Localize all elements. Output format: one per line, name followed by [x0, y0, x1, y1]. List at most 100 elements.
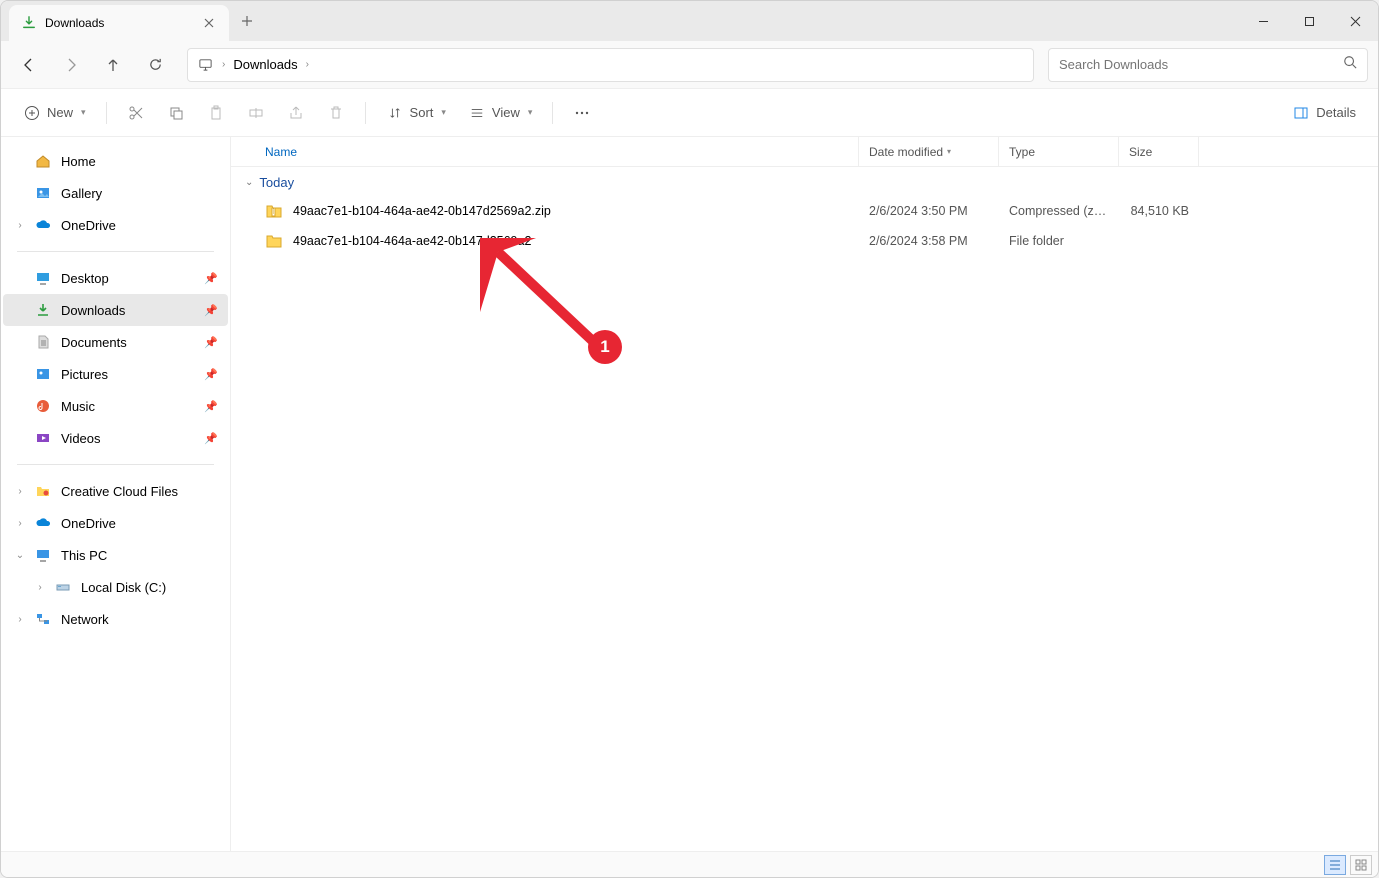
sidebar-item-local-disk[interactable]: › Local Disk (C:) [3, 571, 228, 603]
sidebar-item-videos[interactable]: Videos 📌 [3, 422, 228, 454]
sidebar-label: Gallery [61, 186, 102, 201]
cut-button[interactable] [119, 97, 153, 129]
tab-downloads[interactable]: Downloads [9, 5, 229, 41]
more-button[interactable] [565, 97, 599, 129]
back-button[interactable] [11, 47, 47, 83]
sidebar-label: OneDrive [61, 218, 116, 233]
tab-title: Downloads [45, 16, 193, 30]
sidebar-item-home[interactable]: Home [3, 145, 228, 177]
search-input[interactable] [1059, 57, 1343, 72]
file-type: Compressed (zipp… [999, 204, 1119, 218]
navbar: › Downloads › [1, 41, 1378, 89]
search-box[interactable] [1048, 48, 1368, 82]
view-button[interactable]: View ▾ [460, 97, 540, 129]
rename-button[interactable] [239, 97, 273, 129]
expand-icon[interactable]: › [13, 518, 27, 529]
details-pane-icon [1292, 104, 1310, 122]
file-row-folder[interactable]: 49aac7e1-b104-464a-ae42-0b147d2569a2 2/6… [231, 226, 1378, 256]
share-button[interactable] [279, 97, 313, 129]
sidebar-item-desktop[interactable]: Desktop 📌 [3, 262, 228, 294]
file-date: 2/6/2024 3:58 PM [859, 234, 999, 248]
address-segment[interactable]: Downloads [233, 57, 297, 72]
window-controls [1240, 1, 1378, 41]
documents-icon [35, 334, 51, 350]
close-window-button[interactable] [1332, 1, 1378, 41]
pin-icon: 📌 [204, 400, 218, 413]
file-name: 49aac7e1-b104-464a-ae42-0b147d2569a2.zip [293, 204, 551, 218]
sidebar-item-this-pc[interactable]: ⌄ This PC [3, 539, 228, 571]
file-explorer-window: Downloads › Downloads › [0, 0, 1379, 878]
sidebar-item-documents[interactable]: Documents 📌 [3, 326, 228, 358]
sidebar-label: OneDrive [61, 516, 116, 531]
body: Home Gallery › OneDrive Desktop 📌 Downlo… [1, 137, 1378, 851]
share-icon [287, 104, 305, 122]
chevron-right-icon[interactable]: › [222, 59, 225, 70]
chevron-down-icon: ▾ [441, 107, 446, 118]
paste-button[interactable] [199, 97, 233, 129]
sidebar-item-pictures[interactable]: Pictures 📌 [3, 358, 228, 390]
new-tab-button[interactable] [229, 1, 265, 41]
sidebar-item-gallery[interactable]: Gallery [3, 177, 228, 209]
onedrive-icon [35, 515, 51, 531]
sidebar-item-music[interactable]: Music 📌 [3, 390, 228, 422]
paste-icon [207, 104, 225, 122]
sidebar-label: Local Disk (C:) [81, 580, 166, 595]
zip-icon [265, 202, 283, 220]
folder-icon [35, 483, 51, 499]
expand-icon[interactable]: › [13, 220, 27, 231]
view-label: View [492, 105, 520, 120]
sidebar-item-downloads[interactable]: Downloads 📌 [3, 294, 228, 326]
sidebar-item-onedrive[interactable]: › OneDrive [3, 209, 228, 241]
sidebar-item-onedrive-2[interactable]: › OneDrive [3, 507, 228, 539]
file-row-zip[interactable]: 49aac7e1-b104-464a-ae42-0b147d2569a2.zip… [231, 196, 1378, 226]
sidebar-item-network[interactable]: › Network [3, 603, 228, 635]
sort-button[interactable]: Sort ▾ [378, 97, 454, 129]
details-pane-button[interactable]: Details [1284, 97, 1364, 129]
pc-icon [35, 547, 51, 563]
collapse-icon[interactable]: ⌄ [13, 550, 27, 561]
ellipsis-icon [573, 104, 591, 122]
close-tab-button[interactable] [201, 15, 217, 31]
up-button[interactable] [95, 47, 131, 83]
titlebar: Downloads [1, 1, 1378, 41]
scissors-icon [127, 104, 145, 122]
toolbar: New ▾ Sort ▾ View ▾ Details [1, 89, 1378, 137]
videos-icon [35, 430, 51, 446]
refresh-button[interactable] [137, 47, 173, 83]
folder-icon [265, 232, 283, 250]
details-view-button[interactable] [1324, 855, 1346, 875]
expand-icon[interactable]: › [13, 486, 27, 497]
forward-button[interactable] [53, 47, 89, 83]
group-today[interactable]: ⌄ Today [231, 167, 1378, 196]
sidebar-item-creative-cloud[interactable]: › Creative Cloud Files [3, 475, 228, 507]
pc-icon [196, 56, 214, 74]
expand-icon[interactable]: › [33, 582, 47, 593]
download-icon [21, 15, 37, 31]
disk-icon [55, 579, 71, 595]
pin-icon: 📌 [204, 272, 218, 285]
address-bar[interactable]: › Downloads › [187, 48, 1034, 82]
file-size: 84,510 KB [1119, 204, 1199, 218]
sidebar-label: Home [61, 154, 96, 169]
sidebar-label: Desktop [61, 271, 109, 286]
column-type[interactable]: Type [999, 137, 1119, 166]
file-date: 2/6/2024 3:50 PM [859, 204, 999, 218]
gallery-icon [35, 185, 51, 201]
copy-button[interactable] [159, 97, 193, 129]
sidebar-label: Videos [61, 431, 101, 446]
plus-circle-icon [23, 104, 41, 122]
sidebar: Home Gallery › OneDrive Desktop 📌 Downlo… [1, 137, 231, 851]
copy-icon [167, 104, 185, 122]
delete-button[interactable] [319, 97, 353, 129]
file-type: File folder [999, 234, 1119, 248]
rename-icon [247, 104, 265, 122]
chevron-right-icon[interactable]: › [306, 59, 309, 70]
column-date[interactable]: Date modified▾ [859, 137, 999, 166]
column-size[interactable]: Size [1119, 137, 1199, 166]
expand-icon[interactable]: › [13, 614, 27, 625]
column-name[interactable]: Name [255, 137, 859, 166]
maximize-button[interactable] [1286, 1, 1332, 41]
minimize-button[interactable] [1240, 1, 1286, 41]
large-icons-view-button[interactable] [1350, 855, 1372, 875]
new-button[interactable]: New ▾ [15, 97, 94, 129]
